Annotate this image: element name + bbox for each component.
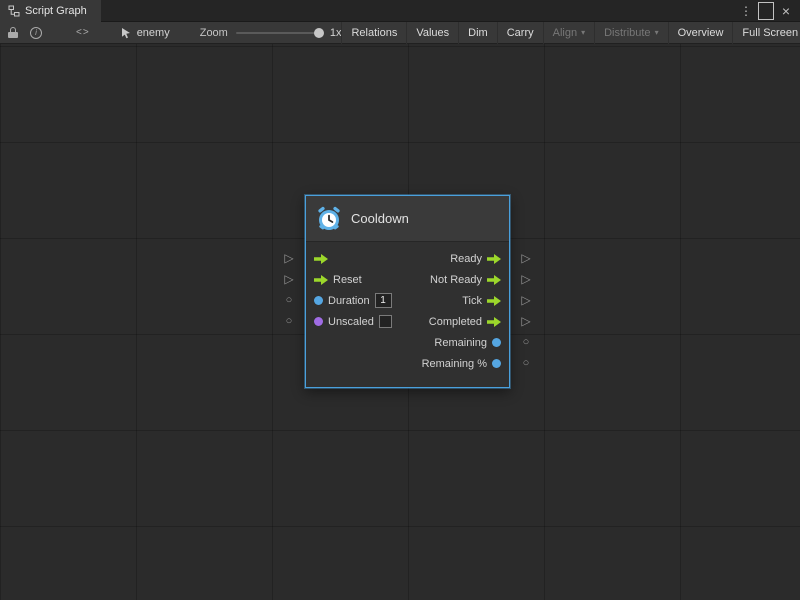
graph-breadcrumb[interactable]: enemy: [116, 27, 174, 39]
script-graph-window: Script Graph ⋮ × i <> enemy Zoom: [0, 0, 800, 600]
tab-script-graph[interactable]: Script Graph: [0, 0, 101, 22]
node-header[interactable]: Cooldown: [306, 196, 509, 242]
code-icon: <>: [76, 27, 90, 38]
port-row: ○ Unscaled Completed ▷: [306, 311, 509, 332]
unscaled-checkbox[interactable]: [379, 315, 392, 328]
values-button[interactable]: Values: [406, 22, 458, 44]
flow-output-stub[interactable]: ▷: [518, 290, 534, 311]
full-screen-button[interactable]: Full Screen: [732, 22, 800, 44]
value-input-stub[interactable]: ○: [281, 311, 297, 332]
value-input-stub[interactable]: ○: [281, 290, 297, 311]
align-button: Align▾: [543, 22, 594, 44]
flow-port-icon[interactable]: [314, 275, 328, 285]
zoom-slider[interactable]: [236, 32, 322, 34]
window-controls: ⋮ ×: [738, 2, 800, 20]
flow-port-icon[interactable]: [487, 296, 501, 306]
flow-output-stub[interactable]: ▷: [518, 311, 534, 332]
zoom-value: 1x: [330, 27, 342, 39]
port-label-completed: Completed: [429, 316, 482, 328]
node-body: ▷ Ready ▷ ▷ Reset: [306, 242, 509, 374]
info-button[interactable]: i: [24, 22, 48, 44]
value-output-stub[interactable]: ○: [518, 353, 534, 374]
port-label-unscaled: Unscaled: [328, 316, 374, 328]
port-label-duration: Duration: [328, 295, 370, 307]
toolbar-buttons: Relations Values Dim Carry Align▾ Distri…: [341, 22, 800, 44]
port-label-tick: Tick: [462, 295, 482, 307]
flow-port-icon[interactable]: [487, 254, 501, 264]
port-label-remaining-percent: Remaining %: [422, 358, 487, 370]
cooldown-node[interactable]: Cooldown ▷ Ready ▷ ▷: [305, 195, 510, 388]
port-label-reset: Reset: [333, 274, 362, 286]
lock-button[interactable]: [0, 22, 24, 44]
node-title: Cooldown: [351, 211, 409, 226]
value-output-stub[interactable]: ○: [518, 332, 534, 353]
graph-canvas[interactable]: Cooldown ▷ Ready ▷ ▷: [0, 44, 800, 600]
flow-output-stub[interactable]: ▷: [518, 269, 534, 290]
port-label-not-ready: Not Ready: [430, 274, 482, 286]
script-graph-icon: [8, 5, 20, 17]
tab-label: Script Graph: [25, 5, 87, 17]
lock-icon: [8, 27, 18, 38]
code-button[interactable]: <>: [70, 22, 96, 44]
overview-button[interactable]: Overview: [668, 22, 733, 44]
flow-port-icon[interactable]: [487, 317, 501, 327]
titlebar: Script Graph ⋮ ×: [0, 0, 800, 22]
flow-port-icon[interactable]: [487, 275, 501, 285]
graph-pointer-icon: [120, 27, 132, 39]
close-icon[interactable]: ×: [778, 2, 794, 20]
duration-input[interactable]: [375, 293, 392, 308]
alarm-clock-icon: [316, 206, 342, 232]
menu-kebab-icon[interactable]: ⋮: [738, 2, 754, 20]
flow-port-icon[interactable]: [314, 254, 328, 264]
value-port-icon[interactable]: [492, 338, 501, 347]
port-row: Remaining % ○: [306, 353, 509, 374]
port-row: Remaining ○: [306, 332, 509, 353]
carry-button[interactable]: Carry: [497, 22, 543, 44]
zoom-label: Zoom: [200, 27, 228, 39]
chevron-down-icon: ▾: [581, 28, 585, 37]
port-row: ○ Duration Tick ▷: [306, 290, 509, 311]
port-row: ▷ Ready ▷: [306, 248, 509, 269]
flow-input-stub[interactable]: ▷: [281, 248, 297, 269]
zoom-slider-handle[interactable]: [314, 28, 324, 38]
port-label-ready: Ready: [450, 253, 482, 265]
zoom-control: Zoom 1x: [200, 27, 342, 39]
value-port-icon[interactable]: [314, 296, 323, 305]
maximize-icon[interactable]: [758, 2, 774, 20]
info-icon: i: [30, 27, 42, 39]
value-port-icon[interactable]: [492, 359, 501, 368]
dim-button[interactable]: Dim: [458, 22, 497, 44]
graph-toolbar: i <> enemy Zoom 1x Relations Values Dim …: [0, 22, 800, 44]
chevron-down-icon: ▾: [655, 28, 659, 37]
relations-button[interactable]: Relations: [341, 22, 406, 44]
value-port-icon[interactable]: [314, 317, 323, 326]
distribute-button: Distribute▾: [594, 22, 667, 44]
flow-input-stub[interactable]: ▷: [281, 269, 297, 290]
port-label-remaining: Remaining: [434, 337, 487, 349]
flow-output-stub[interactable]: ▷: [518, 248, 534, 269]
port-row: ▷ Reset Not Ready ▷: [306, 269, 509, 290]
graph-name-label: enemy: [137, 27, 170, 39]
